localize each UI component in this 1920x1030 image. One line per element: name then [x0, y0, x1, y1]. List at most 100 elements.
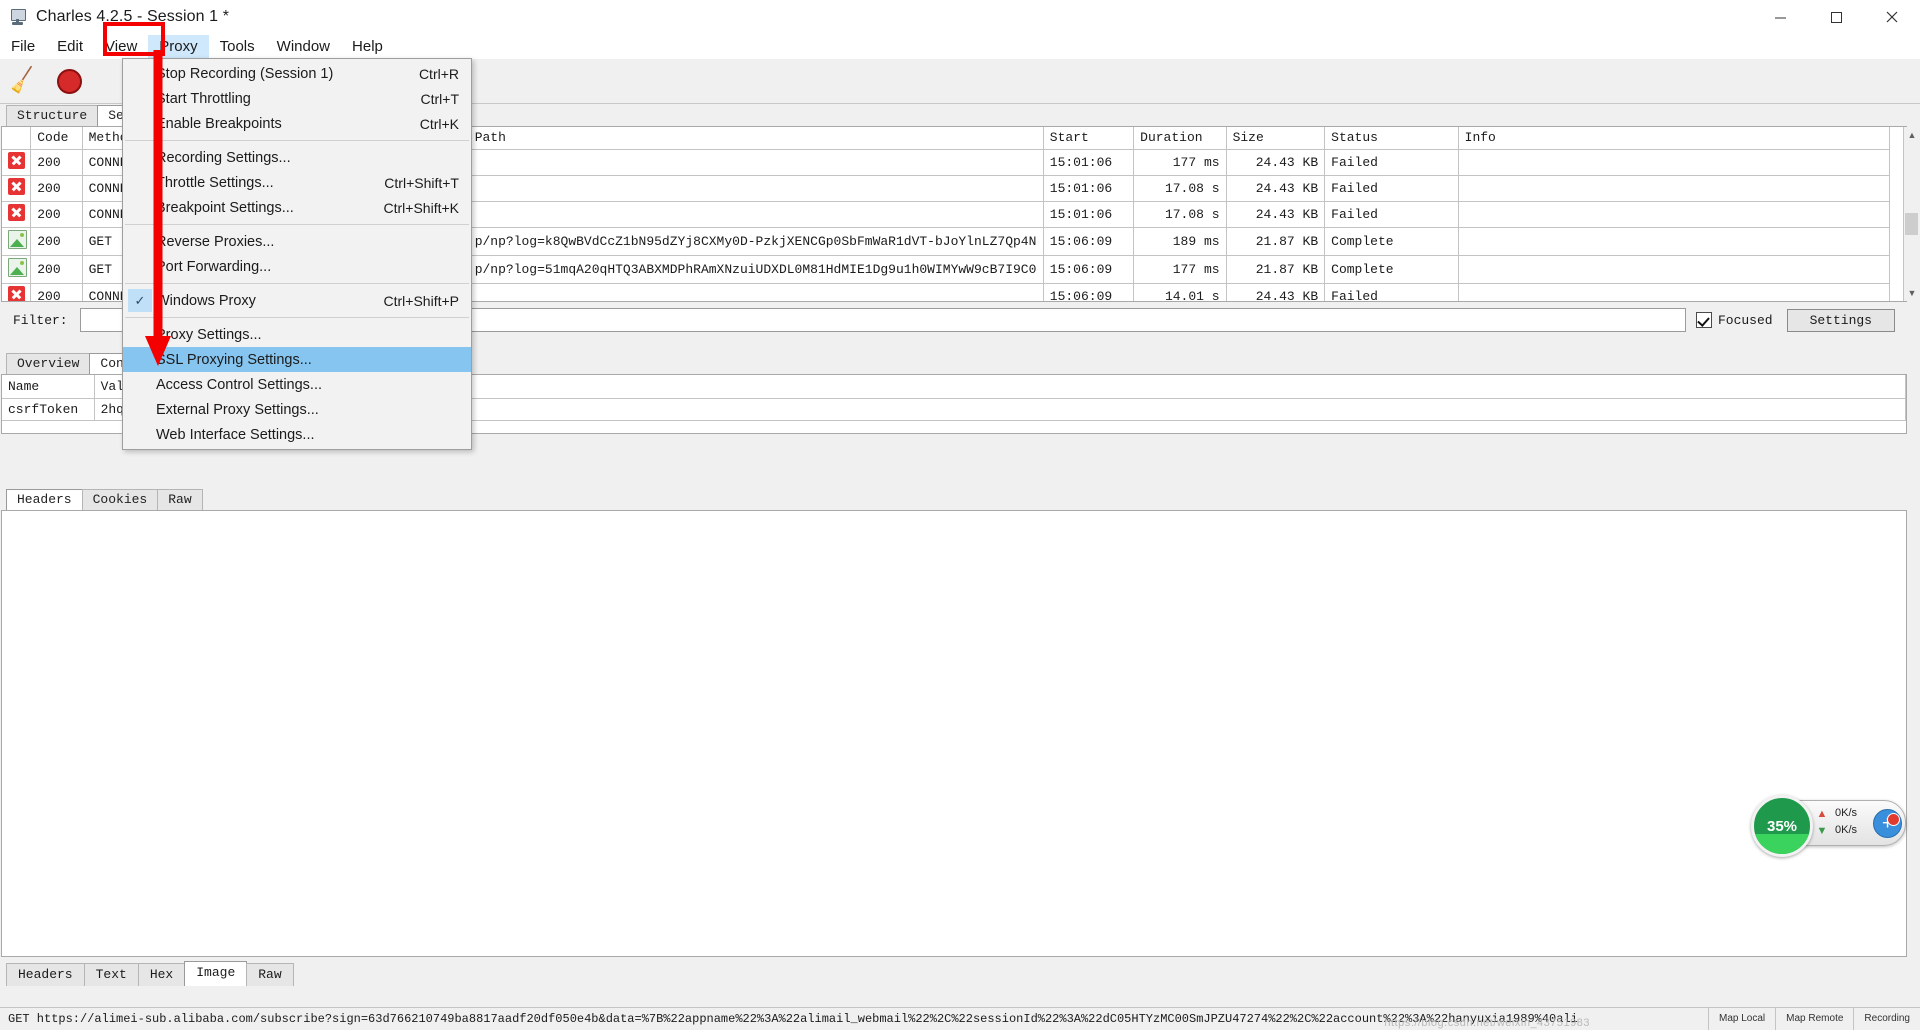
watermark: https://blog.csdn.net/weixin_43751983	[1384, 1017, 1590, 1029]
cell-status: Failed	[1324, 283, 1459, 301]
bottom-tab-image[interactable]: Image	[184, 961, 248, 986]
memory-usage-gauge[interactable]: 35%	[1751, 795, 1813, 857]
status-bar: GET https://alimei-sub.alibaba.com/subsc…	[0, 1007, 1920, 1030]
cell-duration: 177 ms	[1133, 149, 1227, 176]
cell-info	[1458, 255, 1891, 284]
status-url: GET https://alimei-sub.alibaba.com/subsc…	[8, 1012, 1578, 1026]
window-controls	[1752, 0, 1920, 34]
network-speed-widget[interactable]: 35% ▲ ▼ 0K/s 0K/s +	[1751, 795, 1906, 857]
cell-path	[468, 283, 1044, 301]
bottom-tab-hex[interactable]: Hex	[137, 963, 186, 986]
menu-file[interactable]: File	[0, 35, 46, 59]
record-icon	[56, 68, 82, 94]
cell-start: 15:06:09	[1043, 255, 1135, 284]
col-name[interactable]: Name	[2, 375, 95, 399]
settings-button[interactable]: Settings	[1786, 308, 1895, 332]
failed-icon	[8, 203, 25, 221]
col-icon[interactable]	[2, 127, 32, 150]
failed-icon	[8, 151, 25, 169]
menu-check-column	[123, 372, 153, 397]
cell-duration: 189 ms	[1133, 227, 1227, 256]
tab-headers[interactable]: Headers	[6, 489, 83, 510]
cell-start: 15:06:09	[1043, 283, 1135, 301]
menu-bar: File Edit View Proxy Tools Window Help	[0, 34, 1920, 60]
menu-item-access-control-settings[interactable]: Access Control Settings...	[123, 372, 471, 397]
cell-duration: 17.08 s	[1133, 175, 1227, 202]
scrollbar-thumb[interactable]	[1905, 213, 1918, 235]
col-code[interactable]: Code	[30, 127, 83, 150]
menu-item-external-proxy-settings[interactable]: External Proxy Settings...	[123, 397, 471, 422]
arrow-down-icon: ▼	[1816, 825, 1828, 837]
row-status-icon	[2, 227, 32, 256]
bottom-tab-text[interactable]: Text	[83, 963, 139, 986]
menu-item-shortcut: Ctrl+K	[419, 115, 459, 132]
status-map-remote[interactable]: Map Remote	[1775, 1008, 1853, 1030]
menu-check-column	[123, 397, 153, 422]
menu-help[interactable]: Help	[341, 35, 394, 59]
col-size[interactable]: Size	[1226, 127, 1326, 150]
cell-start: 15:06:09	[1043, 227, 1135, 256]
filter-label: Filter:	[13, 312, 68, 328]
cell-path: p/np?log=k8QwBVdCcZ1bN95dZYj8CXMy0D-Pzkj…	[468, 227, 1044, 256]
menu-item-label: External Proxy Settings...	[156, 401, 319, 418]
content-viewer-pane[interactable]	[1, 510, 1907, 957]
status-indicators: Map Local Map Remote Recording	[1708, 1008, 1920, 1030]
cell-status: Failed	[1324, 149, 1459, 176]
cell-info	[1458, 201, 1891, 228]
tab-raw[interactable]: Raw	[157, 489, 203, 510]
menu-item-label: Start Throttling	[156, 90, 251, 107]
col-path[interactable]: Path	[468, 127, 1044, 150]
image-icon	[8, 257, 27, 277]
focused-label: Focused	[1717, 312, 1773, 328]
menu-window[interactable]: Window	[266, 35, 341, 59]
cell-status: Complete	[1324, 255, 1459, 284]
col-duration[interactable]: Duration	[1133, 127, 1227, 150]
status-recording[interactable]: Recording	[1853, 1008, 1920, 1030]
minimize-button[interactable]	[1752, 0, 1808, 34]
menu-item-label: Web Interface Settings...	[156, 426, 315, 443]
status-map-local[interactable]: Map Local	[1708, 1008, 1775, 1030]
bottom-tab-headers[interactable]: Headers	[6, 963, 85, 986]
row-status-icon	[2, 255, 32, 284]
cell-info	[1458, 175, 1891, 202]
tab-cookies[interactable]: Cookies	[81, 489, 159, 510]
add-button[interactable]: +	[1873, 809, 1902, 838]
title-bar: Charles 4.2.5 - Session 1 *	[0, 0, 1920, 35]
col-start[interactable]: Start	[1043, 127, 1135, 150]
clear-session-button[interactable]: 🧹	[0, 61, 46, 101]
cell-status: Failed	[1324, 175, 1459, 202]
row-status-icon	[2, 175, 32, 202]
row-status-icon	[2, 283, 32, 301]
scroll-down-icon[interactable]: ▼	[1904, 285, 1920, 301]
cell-code: 200	[30, 201, 83, 228]
menu-edit[interactable]: Edit	[46, 35, 94, 59]
menu-item-label: Breakpoint Settings...	[156, 199, 294, 216]
request-table-scrollbar[interactable]: ▲ ▼	[1903, 127, 1920, 301]
tab-structure[interactable]: Structure	[6, 105, 99, 126]
download-rate: 0K/s	[1835, 824, 1858, 836]
focused-checkbox[interactable]: Focused	[1695, 312, 1773, 328]
broom-icon: 🧹	[6, 65, 39, 96]
charles-app-window: Charles 4.2.5 - Session 1 * File Edit Vi…	[0, 0, 1920, 1030]
menu-tools[interactable]: Tools	[209, 35, 266, 59]
rate-values: 0K/s 0K/s	[1835, 805, 1857, 839]
cell-path	[468, 201, 1044, 228]
menu-item-shortcut: Ctrl+Shift+K	[383, 199, 459, 216]
cell-size: 24.43 KB	[1226, 201, 1326, 228]
scroll-up-icon[interactable]: ▲	[1904, 127, 1920, 143]
menu-item-label: Recording Settings...	[156, 149, 291, 166]
cell-start: 15:01:06	[1043, 201, 1135, 228]
cell-path: p/np?log=51mqA20qHTQ3ABXMDPhRAmXNzuiUDXD…	[468, 255, 1044, 284]
menu-item-shortcut: Ctrl+T	[420, 90, 460, 107]
bottom-tab-raw[interactable]: Raw	[246, 963, 294, 986]
col-info[interactable]: Info	[1458, 127, 1891, 150]
maximize-button[interactable]	[1808, 0, 1864, 34]
col-status[interactable]: Status	[1324, 127, 1459, 150]
close-button[interactable]	[1864, 0, 1920, 34]
rate-arrows: ▲ ▼	[1815, 806, 1829, 840]
record-button[interactable]	[46, 61, 92, 101]
menu-item-web-interface-settings[interactable]: Web Interface Settings...	[123, 422, 471, 447]
image-icon	[8, 229, 27, 249]
tab-overview[interactable]: Overview	[6, 353, 91, 374]
charles-icon	[8, 7, 28, 27]
